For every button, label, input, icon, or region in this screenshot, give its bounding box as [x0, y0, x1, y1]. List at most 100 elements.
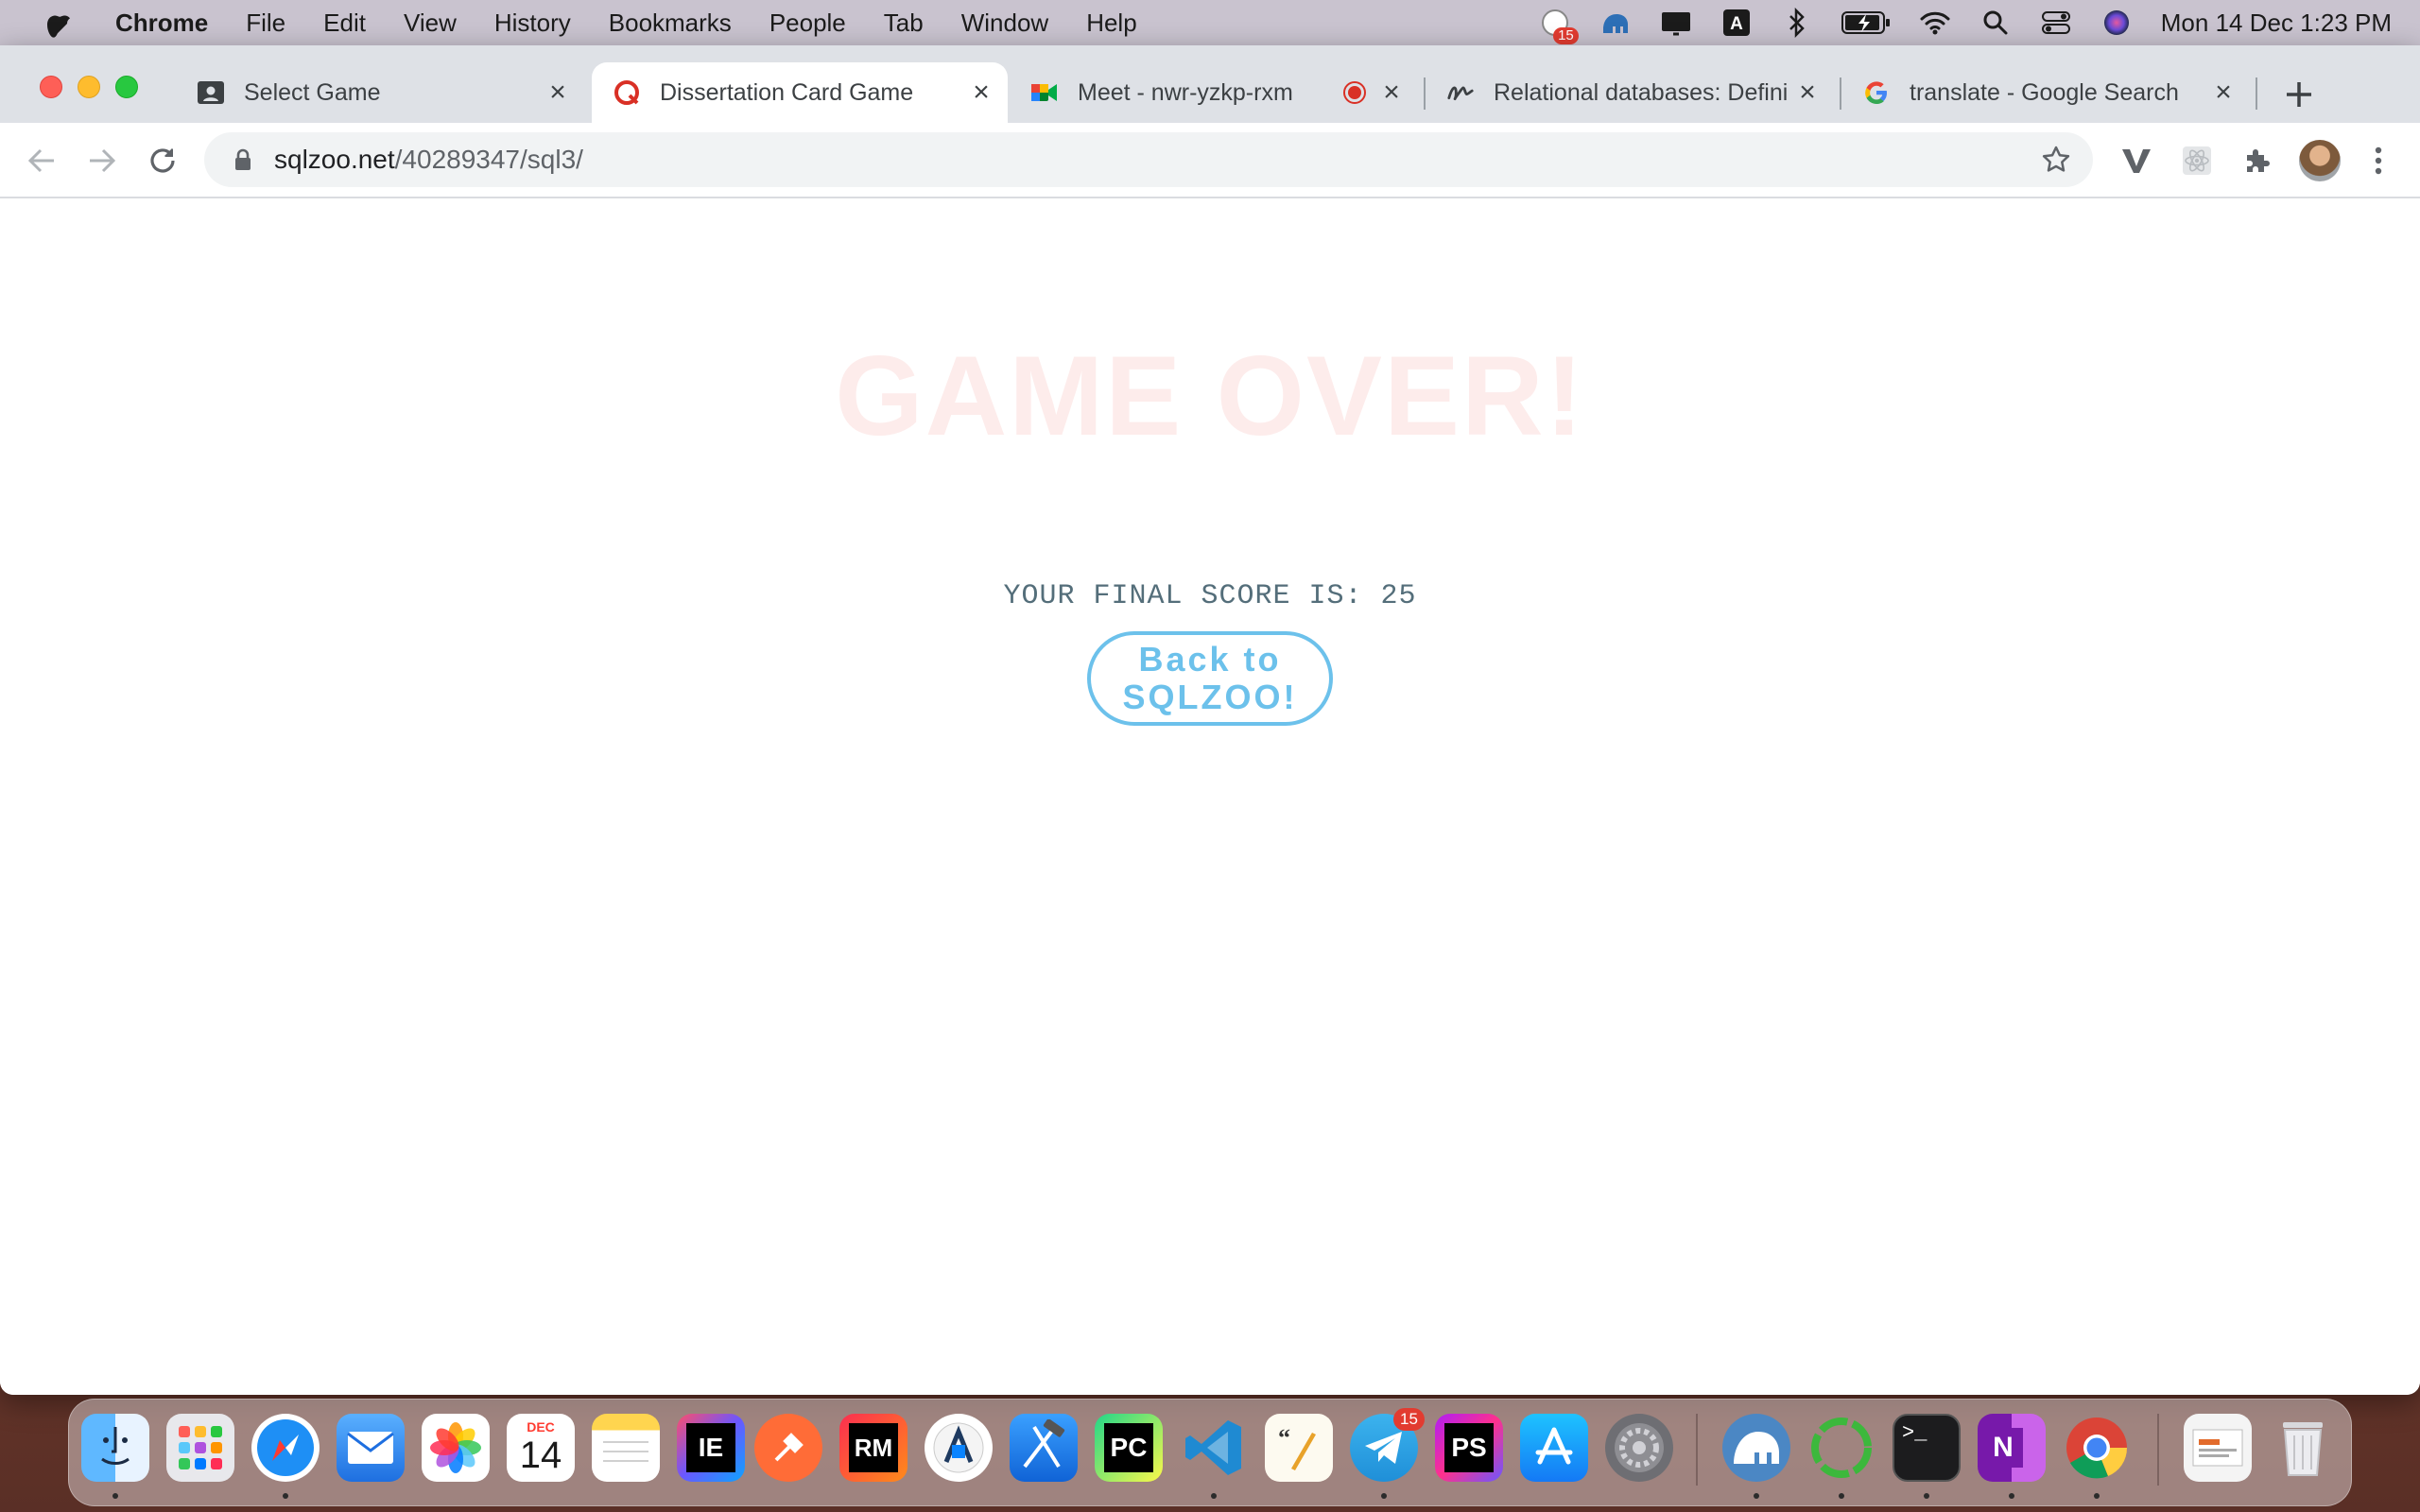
final-score-value: 25 [1380, 580, 1417, 612]
menu-bookmarks[interactable]: Bookmarks [590, 9, 751, 38]
dock-divider [1696, 1414, 1698, 1486]
calendar-icon[interactable]: DEC 14 [507, 1414, 575, 1482]
script-editor-icon[interactable]: “ [1265, 1414, 1333, 1482]
react-devtools-extension-icon[interactable] [2178, 142, 2216, 180]
vimeo-extension-icon[interactable] [2118, 142, 2155, 180]
chrome-icon[interactable] [2063, 1414, 2131, 1482]
menu-people[interactable]: People [751, 9, 865, 38]
menu-file[interactable]: File [227, 9, 304, 38]
new-tab-plus-icon[interactable] [2278, 74, 2320, 115]
menu-view[interactable]: View [385, 9, 475, 38]
url-domain: sqlzoo.net [274, 145, 395, 174]
intellij-logo: IE [686, 1423, 735, 1472]
tab-strip: Select Game × Dissertation Card Game × M… [0, 45, 2420, 123]
launchpad-icon[interactable] [166, 1414, 234, 1482]
onenote-icon[interactable]: N [1978, 1414, 2046, 1482]
browser-toolbar: sqlzoo.net/40289347/sql3/ [0, 123, 2420, 198]
running-indicator [283, 1493, 288, 1499]
terminal-icon[interactable]: >_ [1893, 1414, 1961, 1482]
tab-close-icon[interactable]: × [1374, 76, 1409, 110]
mail-icon[interactable] [337, 1414, 405, 1482]
tab-dissertation-card-game[interactable]: Dissertation Card Game × [592, 62, 1008, 123]
menu-edit[interactable]: Edit [304, 9, 385, 38]
input-source-icon[interactable]: A [1720, 7, 1753, 39]
menu-bar: Chrome File Edit View History Bookmarks … [0, 0, 2420, 45]
menu-window[interactable]: Window [942, 9, 1067, 38]
sequel-ace-icon[interactable] [1722, 1414, 1790, 1482]
forward-arrow-icon[interactable] [83, 142, 121, 180]
calendar-month: DEC [527, 1419, 555, 1435]
back-arrow-icon[interactable] [23, 142, 60, 180]
downloads-stack-icon[interactable] [2184, 1414, 2252, 1482]
more-menu-icon[interactable] [2360, 142, 2397, 180]
rubymine-icon[interactable]: RM [839, 1414, 908, 1482]
phpstorm-icon[interactable]: PS [1435, 1414, 1503, 1482]
menu-tab[interactable]: Tab [865, 9, 942, 38]
tab-close-icon[interactable]: × [1790, 76, 1824, 110]
sqlzoo-favicon-icon [613, 78, 641, 107]
app-store-icon[interactable] [1520, 1414, 1588, 1482]
window-close-button[interactable] [40, 76, 62, 98]
notes-icon[interactable] [592, 1414, 660, 1482]
running-indicator [2009, 1493, 2014, 1499]
bookmark-star-icon[interactable] [2040, 144, 2072, 176]
contact-card-favicon-icon [197, 78, 225, 107]
trash-icon[interactable] [2269, 1414, 2337, 1482]
tab-close-icon[interactable]: × [2206, 76, 2240, 110]
telegram-badge: 15 [1393, 1408, 1425, 1431]
running-indicator [1381, 1493, 1387, 1499]
photos-icon[interactable] [422, 1414, 490, 1482]
google-meet-favicon-icon [1030, 78, 1059, 107]
system-preferences-icon[interactable] [1605, 1414, 1673, 1482]
back-to-sqlzoo-button[interactable]: Back to SQLZOO! [1087, 631, 1333, 726]
tab-translate[interactable]: translate - Google Search × [1841, 62, 2250, 123]
extensions-puzzle-icon[interactable] [2238, 142, 2276, 180]
menubar-clock[interactable]: Mon 14 Dec 1:23 PM [2161, 9, 2392, 38]
elephant-app-icon[interactable] [1599, 7, 1632, 39]
vscode-icon[interactable] [1180, 1414, 1248, 1482]
tab-relational-databases[interactable]: Relational databases: Defini × [1426, 62, 1834, 123]
lock-icon[interactable] [229, 146, 257, 174]
running-indicator [2094, 1493, 2100, 1499]
menu-app-name[interactable]: Chrome [104, 9, 227, 38]
siri-icon[interactable] [2100, 7, 2133, 39]
tab-close-icon[interactable]: × [964, 76, 998, 110]
safari-icon[interactable] [251, 1414, 320, 1482]
wifi-icon[interactable] [1919, 7, 1951, 39]
window-minimize-button[interactable] [78, 76, 100, 98]
profile-avatar[interactable] [2299, 140, 2341, 181]
tab-select-game[interactable]: Select Game × [176, 62, 584, 123]
running-indicator [1924, 1493, 1929, 1499]
intellij-idea-icon[interactable]: IE [677, 1414, 745, 1482]
control-center-icon[interactable] [2040, 7, 2072, 39]
pycharm-icon[interactable]: PC [1095, 1414, 1163, 1482]
tab-meet[interactable]: Meet - nwr-yzkp-rxm × [1010, 62, 1418, 123]
browser-window: Select Game × Dissertation Card Game × M… [0, 45, 2420, 1395]
menu-history[interactable]: History [475, 9, 590, 38]
rubymine-logo: RM [849, 1423, 898, 1472]
bluetooth-icon[interactable] [1781, 7, 1813, 39]
tab-title: Relational databases: Defini [1494, 78, 1789, 106]
url-text: sqlzoo.net/40289347/sql3/ [274, 145, 583, 175]
cursor-app-icon[interactable] [1807, 1414, 1876, 1482]
spotlight-search-icon[interactable] [1979, 7, 2012, 39]
instruments-icon[interactable] [925, 1414, 993, 1482]
game-over-heading: GAME OVER! [835, 333, 1585, 459]
address-bar[interactable]: sqlzoo.net/40289347/sql3/ [204, 132, 2093, 187]
reload-icon[interactable] [144, 142, 182, 180]
window-zoom-button[interactable] [115, 76, 138, 98]
tab-close-icon[interactable]: × [541, 76, 575, 110]
running-indicator [1839, 1493, 1844, 1499]
battery-icon[interactable] [1841, 7, 1891, 39]
xcode-icon[interactable] [1010, 1414, 1078, 1482]
svg-text:“: “ [1278, 1424, 1290, 1452]
finder-icon[interactable] [81, 1414, 149, 1482]
google-favicon-icon [1862, 78, 1891, 107]
tab-title: Dissertation Card Game [660, 78, 914, 106]
final-score-text: YOUR FINAL SCORE IS: 25 [0, 580, 2420, 612]
screen-capture-icon[interactable] [1660, 7, 1692, 39]
notifications-icon[interactable]: 15 [1539, 7, 1579, 44]
apple-icon[interactable] [38, 2, 79, 43]
postman-icon[interactable] [754, 1414, 822, 1482]
menu-help[interactable]: Help [1067, 9, 1155, 38]
